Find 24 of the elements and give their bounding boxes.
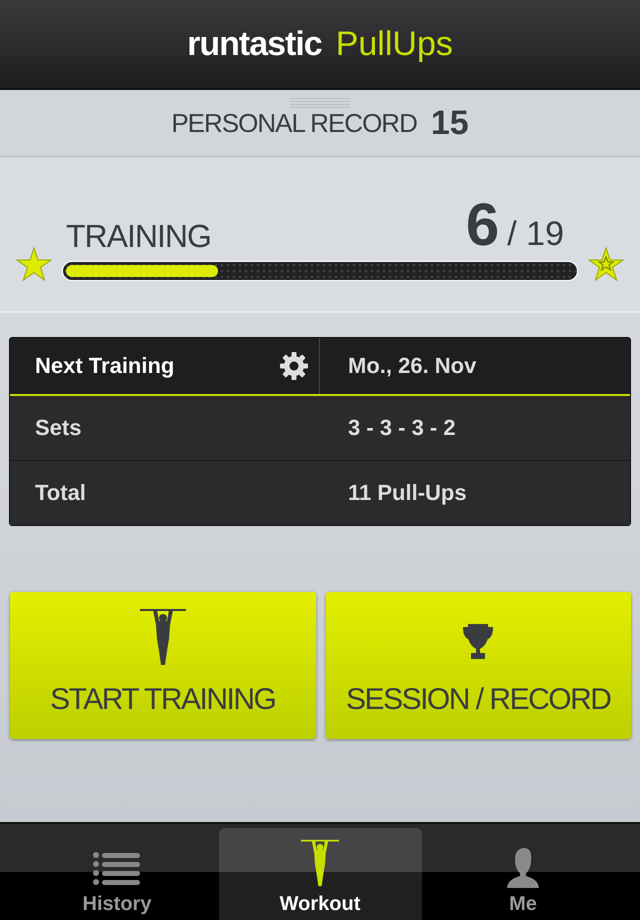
row-value: 3 - 3 - 3 - 2: [347, 415, 456, 441]
tab[interactable]: Me: [422, 828, 624, 920]
start-training-button[interactable]: START TRAINING: [10, 592, 316, 739]
product-name: PullUps: [336, 24, 453, 64]
star-icon: [16, 247, 52, 281]
row-value: 11 Pull-Ups: [347, 480, 467, 506]
record-value: 15: [430, 104, 469, 142]
settings-icon[interactable]: [279, 351, 309, 381]
training-total: / 19: [507, 215, 564, 254]
pull-up-icon: [301, 837, 339, 889]
tab[interactable]: History: [16, 828, 218, 920]
training-label: TRAINING: [66, 218, 211, 255]
row-value[interactable]: Mo., 26. Nov: [320, 353, 476, 379]
brand-logo: runtastic: [187, 24, 322, 64]
row-label: Next Training: [35, 353, 174, 379]
star-icon: [588, 247, 624, 281]
row-label: Total: [35, 480, 86, 506]
training-count: 6: [466, 195, 500, 255]
row-label: Sets: [35, 415, 82, 441]
session-record-button[interactable]: SESSION / RECORD: [326, 592, 631, 739]
tab[interactable]: Workout: [218, 828, 422, 920]
person-icon: [506, 847, 540, 889]
pull-up-icon: [140, 607, 186, 667]
record-label: PERSONAL RECORD: [171, 108, 417, 138]
